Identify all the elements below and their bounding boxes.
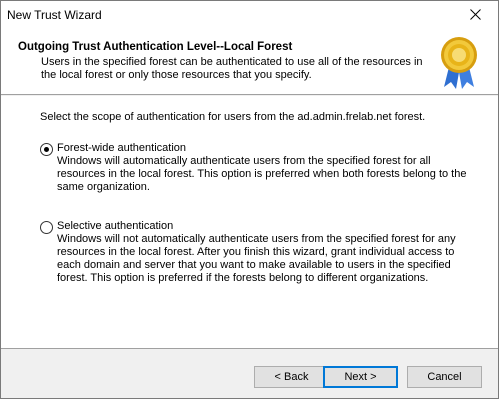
next-button[interactable]: Next >: [323, 366, 398, 388]
scope-prompt: Select the scope of authentication for u…: [40, 111, 426, 123]
close-icon: [469, 9, 481, 23]
forest-wide-radio[interactable]: [40, 143, 53, 156]
selective-radio[interactable]: [40, 221, 53, 234]
close-button[interactable]: [452, 1, 498, 31]
title-bar: New Trust Wizard: [1, 1, 498, 31]
window-title: New Trust Wizard: [7, 8, 102, 22]
selective-description: Windows will not automatically authentic…: [57, 233, 456, 284]
forest-wide-label[interactable]: Forest-wide authentication: [57, 142, 186, 154]
forest-wide-description: Windows will automatically authenticate …: [57, 155, 467, 193]
page-subtitle: Users in the specified forest can be aut…: [41, 56, 423, 81]
wizard-header: Outgoing Trust Authentication Level--Loc…: [1, 31, 498, 95]
selective-label[interactable]: Selective authentication: [57, 220, 173, 232]
wizard-window: New Trust Wizard Outgoing Trust Authenti…: [0, 0, 499, 399]
cancel-button[interactable]: Cancel: [407, 366, 482, 388]
page-title: Outgoing Trust Authentication Level--Loc…: [18, 41, 293, 53]
back-button[interactable]: < Back: [254, 366, 329, 388]
award-ribbon-icon: [438, 35, 480, 91]
button-bar: < Back Next > Cancel: [1, 348, 498, 398]
wizard-content: Select the scope of authentication for u…: [1, 96, 498, 348]
